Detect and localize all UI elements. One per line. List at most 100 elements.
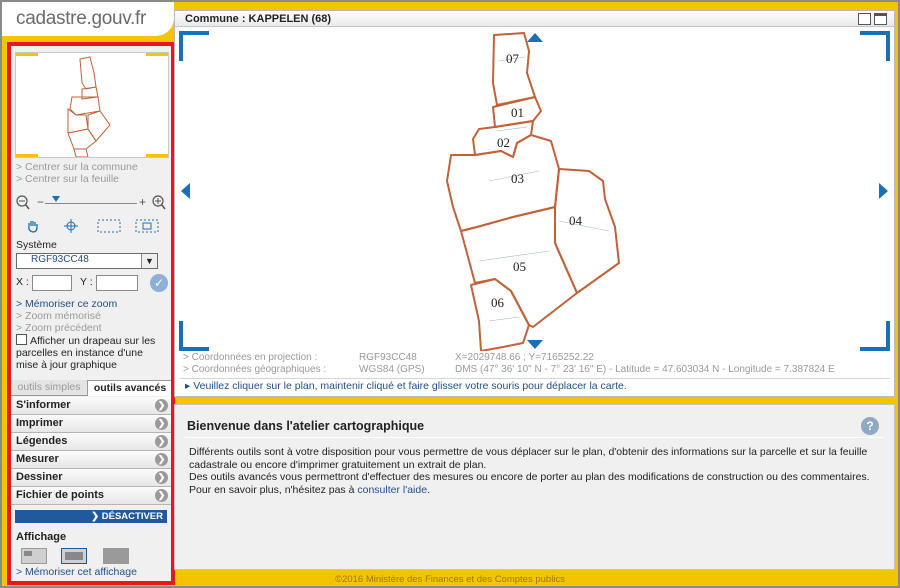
menu-item-mesurer[interactable]: Mesurer ❯ — [11, 451, 171, 469]
welcome-paragraph: Différents outils sont à votre dispositi… — [189, 446, 868, 471]
page-frame: cadastre.gouv.fr > Centrer sur la commun… — [0, 0, 900, 588]
tab-advanced-tools[interactable]: outils avancés — [87, 380, 171, 396]
coordinate-inputs: X : Y : ✓ — [16, 274, 168, 292]
system-label: Système — [16, 239, 57, 251]
display-layout-2-button[interactable] — [61, 548, 87, 564]
memorize-zoom-link[interactable]: > Mémoriser ce zoom — [16, 298, 117, 310]
x-input[interactable] — [32, 275, 72, 291]
menu-item-dessiner[interactable]: Dessiner ❯ — [11, 469, 171, 487]
overview-corner — [146, 154, 168, 157]
zoom-minus[interactable]: − — [37, 195, 44, 209]
projection-value: X=2029748.66 ; Y=7165252.22 — [455, 352, 594, 363]
center-sheet-link[interactable]: > Centrer sur la feuille — [16, 173, 119, 185]
sheet-label[interactable]: 03 — [511, 171, 524, 186]
chevron-right-icon: ❯ — [155, 471, 168, 484]
center-commune-link[interactable]: > Centrer sur la commune — [16, 161, 138, 173]
geographic-label: > Coordonnées géographiques : — [183, 364, 327, 375]
restore-window-icon[interactable] — [858, 13, 871, 25]
overview-corner — [16, 154, 38, 157]
welcome-title: Bienvenue dans l'atelier cartographique — [187, 419, 425, 433]
zoom-in-icon[interactable] — [151, 195, 167, 211]
divider — [185, 437, 884, 438]
map-window: Commune : KAPPELEN (68) 07 01 02 03 04 0… — [174, 10, 895, 397]
zoom-slider-handle[interactable] — [52, 196, 60, 202]
menu-item-label: Fichier de points — [16, 489, 105, 501]
zoom-box-icon — [97, 219, 121, 233]
zoom-slider-track[interactable] — [45, 203, 137, 204]
x-label: X : — [16, 276, 29, 288]
flag-option: Afficher un drapeau sur les parcelles en… — [16, 334, 166, 371]
overview-map[interactable] — [15, 52, 169, 158]
geographic-row: > Coordonnées géographiques : WGS84 (GPS… — [183, 364, 891, 376]
zoom-memorized-link[interactable]: > Zoom mémorisé — [16, 310, 101, 322]
system-select[interactable]: RGF93CC48 ▼ — [16, 253, 158, 269]
map-title: Commune : KAPPELEN (68) — [185, 13, 332, 25]
sheet-label[interactable]: 07 — [506, 51, 520, 66]
chevron-down-icon[interactable]: ▼ — [141, 254, 157, 268]
zoom-box-tool[interactable] — [91, 216, 127, 236]
help-link[interactable]: consulter l'aide — [357, 484, 427, 496]
zoom-control: − + — [15, 194, 167, 212]
deactivate-button[interactable]: ❯ DÉSACTIVER — [15, 510, 167, 523]
sheet-label[interactable]: 04 — [569, 213, 583, 228]
menu-item-label: Légendes — [16, 435, 68, 447]
sheet-label[interactable]: 06 — [491, 295, 505, 310]
zoom-plus[interactable]: + — [139, 195, 146, 209]
chevron-right-icon: ❯ — [155, 453, 168, 466]
welcome-paragraph: Pour en savoir plus, n'hésitez pas à con… — [189, 484, 879, 497]
projection-row: > Coordonnées en projection : RGF93CC48 … — [183, 352, 891, 364]
tools-panel: > Centrer sur la commune > Centrer sur l… — [7, 42, 175, 585]
zoom-out-icon[interactable] — [15, 195, 31, 211]
menu-item-fichier-de-points[interactable]: Fichier de points ❯ — [11, 487, 171, 505]
sheet-label[interactable]: 02 — [497, 135, 510, 150]
zoom-previous-link[interactable]: > Zoom précédent — [16, 322, 102, 334]
welcome-panel: Bienvenue dans l'atelier cartographique … — [174, 404, 895, 570]
overview-commune-outline — [67, 56, 111, 158]
display-layout-3-button[interactable] — [103, 548, 129, 564]
menu-item-imprimer[interactable]: Imprimer ❯ — [11, 415, 171, 433]
flag-checkbox[interactable] — [16, 334, 27, 345]
check-icon: ✓ — [153, 276, 165, 290]
sheet-label[interactable]: 01 — [511, 105, 524, 120]
cadastral-sheets-map[interactable]: 07 01 02 03 04 05 06 — [179, 31, 890, 351]
map-hint: ▸ Veuillez cliquer sur le plan, mainteni… — [179, 378, 890, 393]
menu-item-legendes[interactable]: Légendes ❯ — [11, 433, 171, 451]
map-title-bar: Commune : KAPPELEN (68) — [175, 11, 894, 27]
system-select-value: RGF93CC48 — [31, 254, 89, 265]
tools-menu: S'informer ❯ Imprimer ❯ Légendes ❯ Mesurer ❯… — [11, 397, 171, 505]
zoom-out-box-tool[interactable] — [129, 216, 165, 236]
menu-item-informer[interactable]: S'informer ❯ — [11, 397, 171, 415]
tool-tabs: outils simples outils avancés — [11, 379, 171, 396]
chevron-right-icon: ❯ — [155, 399, 168, 412]
display-section-label: Affichage — [16, 531, 67, 543]
projection-system: RGF93CC48 — [359, 352, 417, 363]
navigation-tools — [15, 216, 167, 236]
welcome-text-fragment: . — [427, 483, 430, 496]
site-logo[interactable]: cadastre.gouv.fr — [2, 2, 174, 36]
validate-coordinates-button[interactable]: ✓ — [150, 274, 168, 292]
sheet-06-outline — [470, 278, 530, 351]
chevron-right-icon: ❯ — [155, 435, 168, 448]
chevron-right-icon: ❯ — [155, 417, 168, 430]
sheet-label[interactable]: 05 — [513, 259, 526, 274]
menu-item-label: S'informer — [16, 399, 71, 411]
tab-simple-tools[interactable]: outils simples — [11, 380, 87, 395]
projection-label: > Coordonnées en projection : — [183, 352, 318, 363]
y-label: Y : — [80, 276, 93, 288]
layout-icon — [65, 552, 83, 560]
map-canvas[interactable]: 07 01 02 03 04 05 06 — [179, 31, 890, 351]
maximize-window-icon[interactable] — [874, 13, 887, 25]
display-layout-1-button[interactable] — [21, 548, 47, 564]
pan-hand-tool[interactable] — [15, 216, 51, 236]
chevron-right-icon: ❯ — [155, 489, 168, 502]
flag-checkbox-label: Afficher un drapeau sur les parcelles en… — [16, 335, 156, 371]
menu-item-label: Imprimer — [16, 417, 64, 429]
help-icon[interactable]: ? — [861, 417, 879, 435]
y-input[interactable] — [96, 275, 138, 291]
menu-item-label: Mesurer — [16, 453, 59, 465]
welcome-text-fragment: Pour en savoir plus, n'hésitez pas à — [189, 483, 358, 496]
menu-item-label: Dessiner — [16, 471, 63, 483]
center-tool[interactable] — [53, 216, 89, 236]
coordinate-readout: > Coordonnées en projection : RGF93CC48 … — [183, 352, 891, 376]
geographic-system: WGS84 (GPS) — [359, 364, 425, 375]
